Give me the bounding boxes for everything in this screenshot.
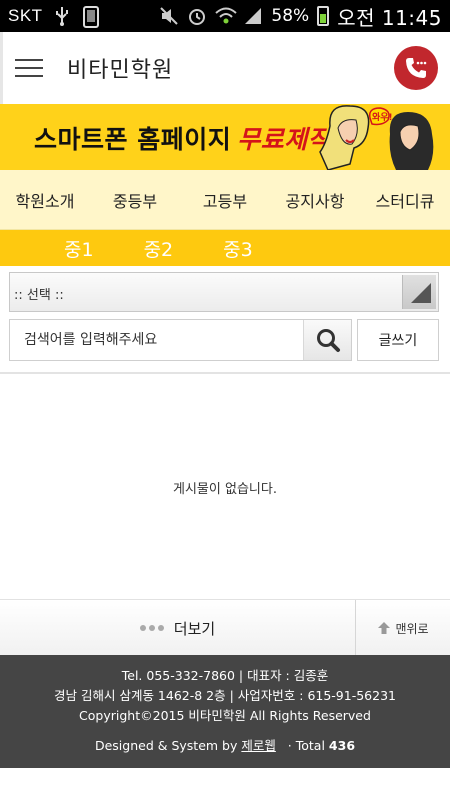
nav-item-notices[interactable]: 공지사항 (270, 188, 360, 212)
top-label: 맨위로 (395, 621, 429, 636)
subnav-item-grade1[interactable]: 중1 (64, 235, 94, 262)
footer-contact: Tel. 055-332-7860 | 대표자 : 김종훈 (121, 668, 329, 683)
footer-credits: Designed & System by 제로웹 · Total 436 (0, 736, 450, 756)
carrier-label: SKT (8, 6, 43, 25)
site-title[interactable]: 비타민학원 (67, 52, 173, 84)
bottom-actions: 더보기 맨위로 (0, 599, 450, 656)
screenshot-icon (82, 6, 103, 28)
nav-item-study-queue[interactable]: 스터디큐 (360, 188, 450, 212)
designer-link[interactable]: 제로웹 (241, 738, 276, 753)
write-button[interactable]: 글쓰기 (357, 319, 439, 361)
select-value: :: 선택 :: (14, 288, 64, 303)
search-icon (316, 329, 340, 352)
total-label: · Total (287, 738, 325, 753)
main-nav: 학원소개 중등부 고등부 공지사항 스터디큐 (0, 170, 450, 230)
nav-item-middle-school[interactable]: 중등부 (90, 188, 180, 212)
site-footer: Tel. 055-332-7860 | 대표자 : 김종훈 경남 김해시 삼계동… (0, 655, 450, 768)
hamburger-icon[interactable] (13, 56, 45, 80)
designed-by-label: Designed & System by (94, 738, 238, 753)
search-box (9, 319, 352, 361)
footer-address: 경남 김해시 삼계동 1462-8 2층 | 사업자번호 : 615-91-56… (54, 688, 396, 703)
subnav-item-grade3[interactable]: 중3 (223, 235, 253, 262)
sub-nav: 중1 중2 중3 (0, 230, 450, 266)
battery-icon (317, 6, 330, 26)
total-count: 436 (328, 738, 356, 753)
banner-text: 스마트폰 홈페이지 무료제작! (34, 120, 343, 156)
search-button[interactable] (303, 320, 351, 360)
more-dots-icon (139, 625, 164, 631)
search-input[interactable] (10, 320, 303, 360)
mute-icon (159, 6, 179, 26)
wifi-icon (215, 6, 238, 26)
banner-illustration: 와우! (319, 105, 434, 170)
more-label: 더보기 (173, 619, 216, 638)
site-header: 비타민학원 (0, 32, 450, 104)
more-button[interactable]: 더보기 (0, 600, 355, 656)
promo-banner[interactable]: 스마트폰 홈페이지 무료제작! 와우! (0, 104, 450, 170)
category-select[interactable]: :: 선택 :: (9, 272, 439, 312)
nav-item-high-school[interactable]: 고등부 (180, 188, 270, 212)
call-button[interactable] (394, 46, 438, 90)
nav-item-about[interactable]: 학원소개 (0, 188, 90, 212)
alarm-icon (187, 6, 207, 26)
clock: 오전 11:45 (337, 5, 442, 30)
dropdown-arrow-icon (402, 275, 436, 309)
bottom-spacer (0, 768, 450, 800)
battery-percent: 58% (271, 6, 310, 26)
content-divider (0, 372, 450, 374)
empty-message: 게시물이 없습니다. (173, 482, 277, 497)
subnav-item-grade2[interactable]: 중2 (144, 235, 174, 262)
phone-icon (406, 58, 427, 78)
banner-bubble-text: 와우! (372, 111, 393, 123)
arrow-up-icon (378, 622, 391, 634)
usb-icon (53, 6, 73, 26)
banner-main-text: 스마트폰 홈페이지 (34, 125, 232, 154)
signal-icon (243, 6, 263, 26)
back-to-top-button[interactable]: 맨위로 (355, 600, 450, 656)
footer-copyright: Copyright©2015 비타민학원 All Rights Reserved (79, 708, 371, 723)
status-bar: SKT 58% 오전 11:45 (0, 0, 450, 32)
